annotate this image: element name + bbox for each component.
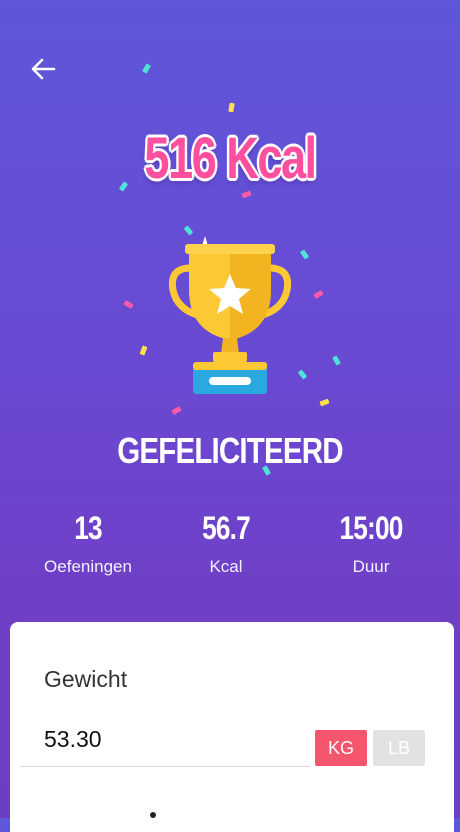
stat-exercises-value: 13 [74,510,102,546]
calories-title: 516 Kcal [144,126,317,191]
back-arrow-icon[interactable] [28,54,58,84]
stat-kcal-label: Kcal [209,557,243,576]
stat-exercises: 13 Oefeningen [13,510,163,577]
unit-lb-button[interactable]: LB [373,730,425,766]
unit-kg-button[interactable]: KG [315,730,367,766]
weight-input[interactable]: 53.30 [44,726,102,753]
stat-duration-value: 15:00 [339,510,403,546]
stat-kcal-value: 56.7 [202,510,251,546]
stat-duration-label: Duur [352,557,390,576]
stat-duration: 15:00 Duur [296,510,446,577]
weight-input-underline [20,766,310,767]
weight-card-title: Gewicht [44,666,128,692]
congrats-heading: GEFELICITEERD [117,430,343,471]
trophy-icon [168,236,292,394]
stat-kcal: 56.7 Kcal [151,510,301,577]
weight-card: Gewicht 53.30 KG LB [10,622,454,832]
stat-exercises-label: Oefeningen [44,557,132,576]
next-section-peek [150,812,156,818]
